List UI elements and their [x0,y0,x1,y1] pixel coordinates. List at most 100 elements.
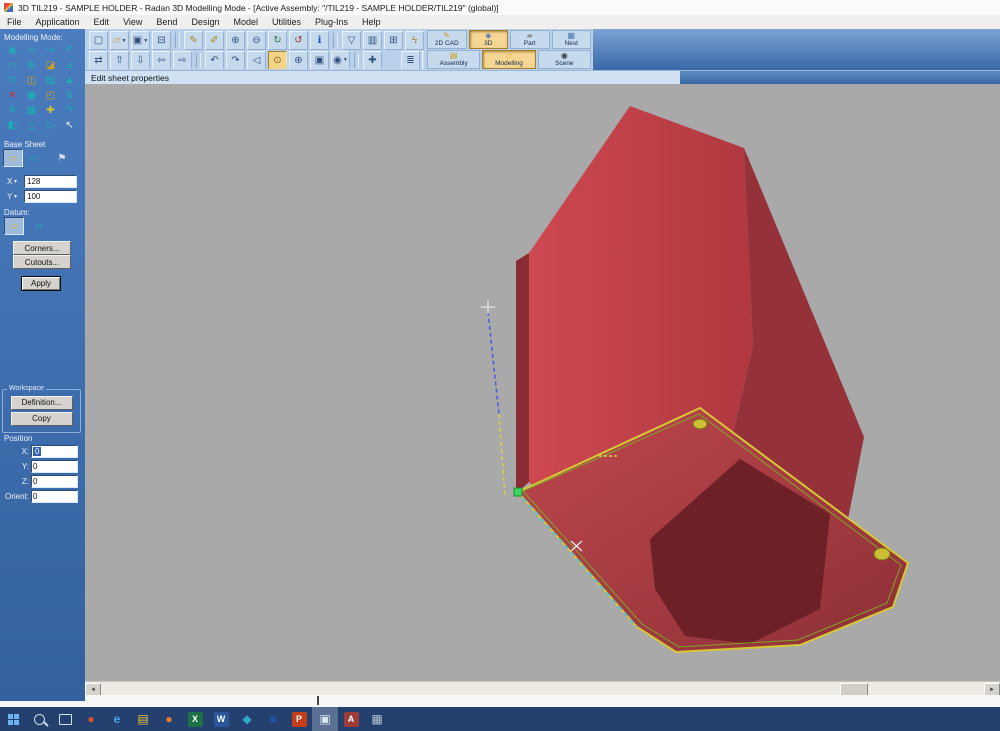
corner-tool-icon[interactable]: ▲ [60,73,79,88]
position-y-input[interactable]: 0 [31,460,78,473]
new-file-icon[interactable]: ▢ [89,31,108,50]
view-up-icon[interactable]: ⇧ [110,51,129,69]
taskbar-app-3-icon[interactable]: ▤ [130,707,156,731]
view-left-icon[interactable]: ⇦ [152,51,171,69]
measure-icon[interactable]: ✚ [363,51,382,69]
mesh-tool-icon[interactable]: ▦ [22,103,41,118]
view-options-icon[interactable]: ◉▼ [331,51,350,69]
horizontal-scrollbar[interactable]: ◄ ► [85,681,1000,696]
y-chevron-down-icon[interactable]: ▾ [14,193,17,200]
base-sheet-alt-icon[interactable]: ▱ [25,150,43,166]
list-view-icon[interactable]: ≣ [401,51,420,69]
grid-tool-icon[interactable]: ⊞ [22,58,41,73]
layers-icon[interactable]: ▥ [363,31,382,50]
zoom-in-icon[interactable]: ⊕ [226,31,245,50]
base-sheet-icon[interactable]: ▱ [3,149,23,167]
rotate-tool-icon[interactable]: ↷ [60,103,79,118]
position-orient-input[interactable]: 0 [31,490,78,503]
mode-3d-button[interactable]: ◈3D [469,30,509,49]
unfold-tool-icon[interactable]: ↶ [60,43,79,58]
mode-scene-button[interactable]: ◉Scene [538,50,591,69]
menu-file[interactable]: File [0,15,29,29]
face-tool-icon[interactable]: ▭ [3,58,22,73]
pointer-tool-icon[interactable]: ↖ [60,118,79,133]
view-down-icon[interactable]: ⇩ [131,51,150,69]
zoom-window-icon[interactable]: ⊙ [268,51,287,69]
menu-view[interactable]: View [116,15,149,29]
half-tool-icon[interactable]: ◧ [3,118,22,133]
layers-tool-icon[interactable]: ▤ [41,73,60,88]
taskbar-app-1-icon[interactable]: ● [78,707,104,731]
taskbar-app-4-icon[interactable]: ● [156,707,182,731]
base-flag-icon[interactable]: ⚑ [53,150,71,166]
print-icon[interactable]: ⊟ [152,31,171,50]
tri-tool-icon[interactable]: △ [22,118,41,133]
menu-edit[interactable]: Edit [87,15,117,29]
bend-tool-icon[interactable]: ↪ [41,43,60,58]
datum-axis-icon[interactable]: ▱ [30,218,48,234]
viewport[interactable] [85,84,1000,681]
taskbar-app-5-icon[interactable]: X [182,707,208,731]
model-canvas[interactable] [85,84,1000,681]
datum-tool-icon[interactable]: ◰ [41,88,60,103]
fold-tool-icon[interactable]: ◪ [41,58,60,73]
view-tool-icon[interactable]: ◉ [3,43,22,58]
taskbar-app-8-icon[interactable]: ■ [260,707,286,731]
rotate-left-icon[interactable]: ↶ [205,51,224,69]
menu-model[interactable]: Model [226,15,265,29]
zoom-target-icon[interactable]: ⊕ [289,51,308,69]
undo-icon[interactable]: ↺ [289,31,308,50]
y-size-input[interactable]: 100 [24,190,77,203]
edit-pencil-icon[interactable]: ✎ [184,31,203,50]
menu-help[interactable]: Help [355,15,388,29]
menu-utilities[interactable]: Utilities [265,15,308,29]
x-chevron-down-icon[interactable]: ▾ [14,178,17,185]
menu-plugins[interactable]: Plug-Ins [308,15,355,29]
pattern-tool-icon[interactable]: ✳ [3,103,22,118]
open-file-icon[interactable]: ▱▼ [110,31,129,50]
delete-tool-icon[interactable]: ✕ [3,88,22,103]
start-button[interactable] [0,707,26,731]
taskbar-app-6-icon[interactable]: W [208,707,234,731]
mode-part-button[interactable]: ▰Part [510,30,550,49]
filter-icon[interactable]: ▽ [342,31,361,50]
workspace-definition-button[interactable]: Definition... [11,396,73,410]
position-z-input[interactable]: 0 [31,475,78,488]
add-tool-icon[interactable]: ✚ [41,103,60,118]
x-size-input[interactable]: 128 [24,175,77,188]
zoom-extents-icon[interactable]: ▣ [310,51,329,69]
taskbar-app-7-icon[interactable]: ◆ [234,707,260,731]
sheet-tool-icon[interactable]: ▱ [22,43,41,58]
screen-view-icon[interactable]: ▭ [422,51,424,69]
hole-1[interactable] [693,419,707,429]
attributes-icon[interactable]: ⊞ [384,31,403,50]
position-x-input[interactable]: 0 [31,445,78,458]
menu-design[interactable]: Design [184,15,226,29]
back-panel-left-edge-face[interactable] [516,253,529,494]
play-tool-icon[interactable]: ▷ [41,118,60,133]
workspace-copy-button[interactable]: Copy [11,412,73,426]
rotate-right-icon[interactable]: ↷ [226,51,245,69]
cutouts-button[interactable]: Cutouts... [13,255,71,269]
mode-2d-cad-button[interactable]: ✎2D CAD [427,30,467,49]
taskbar-app-10-icon[interactable]: A [338,707,364,731]
pan-view-icon[interactable]: ⇄ [89,51,108,69]
collapse-tool-icon[interactable]: ↯ [60,88,79,103]
redraw-icon[interactable]: ↻ [268,31,287,50]
search-button[interactable] [26,707,52,731]
info-icon[interactable]: ℹ [310,31,329,50]
iso-view-icon[interactable]: ◁ [247,51,266,69]
menu-application[interactable]: Application [29,15,87,29]
mode-assembly-button[interactable]: ▤Assembly [427,50,480,69]
taskbar-app-2-icon[interactable]: e [104,707,130,731]
task-view-button[interactable] [52,707,78,731]
bolt-icon[interactable]: ϟ [405,31,424,50]
zoom-out-icon[interactable]: ⊖ [247,31,266,50]
datum-sheet-icon[interactable]: ▱ [4,217,24,235]
select-sheet-tool-icon[interactable]: ▣ [22,88,41,103]
apply-button[interactable]: Apply [21,276,61,291]
menu-bend[interactable]: Bend [149,15,184,29]
draw-pencil-icon[interactable]: ✐ [205,31,224,50]
save-icon[interactable]: ▣▼ [131,31,150,50]
corners-button[interactable]: Corners... [13,241,71,255]
